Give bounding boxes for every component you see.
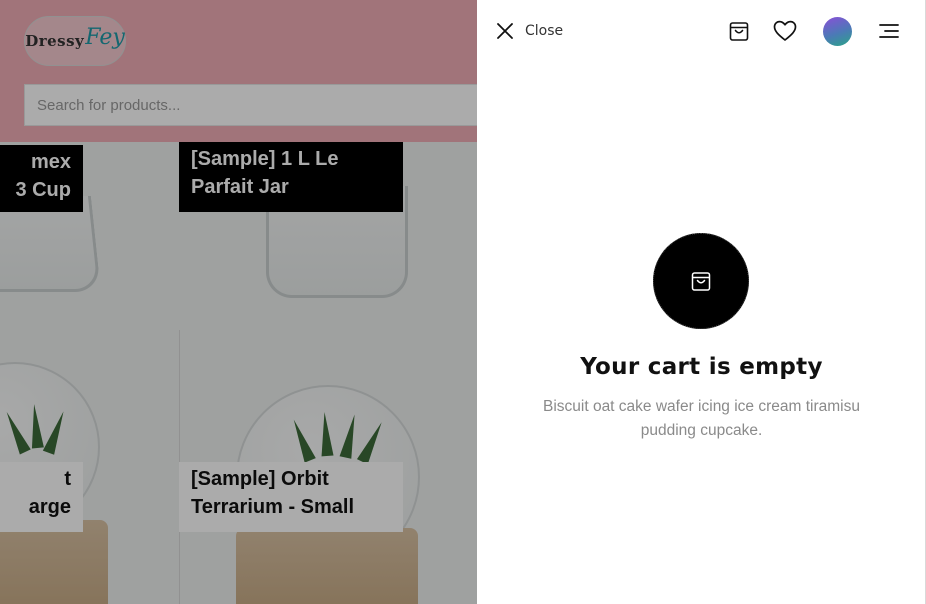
close-button[interactable]: Close xyxy=(496,21,563,41)
wishlist-button[interactable] xyxy=(771,17,799,45)
empty-cart-description: Biscuit oat cake wafer icing ice cream t… xyxy=(542,398,860,439)
empty-cart-title: Your cart is empty xyxy=(580,354,823,380)
heart-icon xyxy=(773,20,797,41)
menu-icon xyxy=(879,24,899,38)
empty-cart-badge xyxy=(653,233,749,329)
close-label: Close xyxy=(525,23,564,39)
menu-button[interactable] xyxy=(875,17,903,45)
cart-button[interactable] xyxy=(725,17,753,45)
user-avatar[interactable] xyxy=(823,17,852,46)
close-icon xyxy=(497,23,513,39)
shopping-bag-icon xyxy=(729,22,749,41)
cart-drawer: Close Your cart is empty Biscuit oat cak… xyxy=(477,0,926,604)
shopping-bag-icon xyxy=(691,272,711,291)
